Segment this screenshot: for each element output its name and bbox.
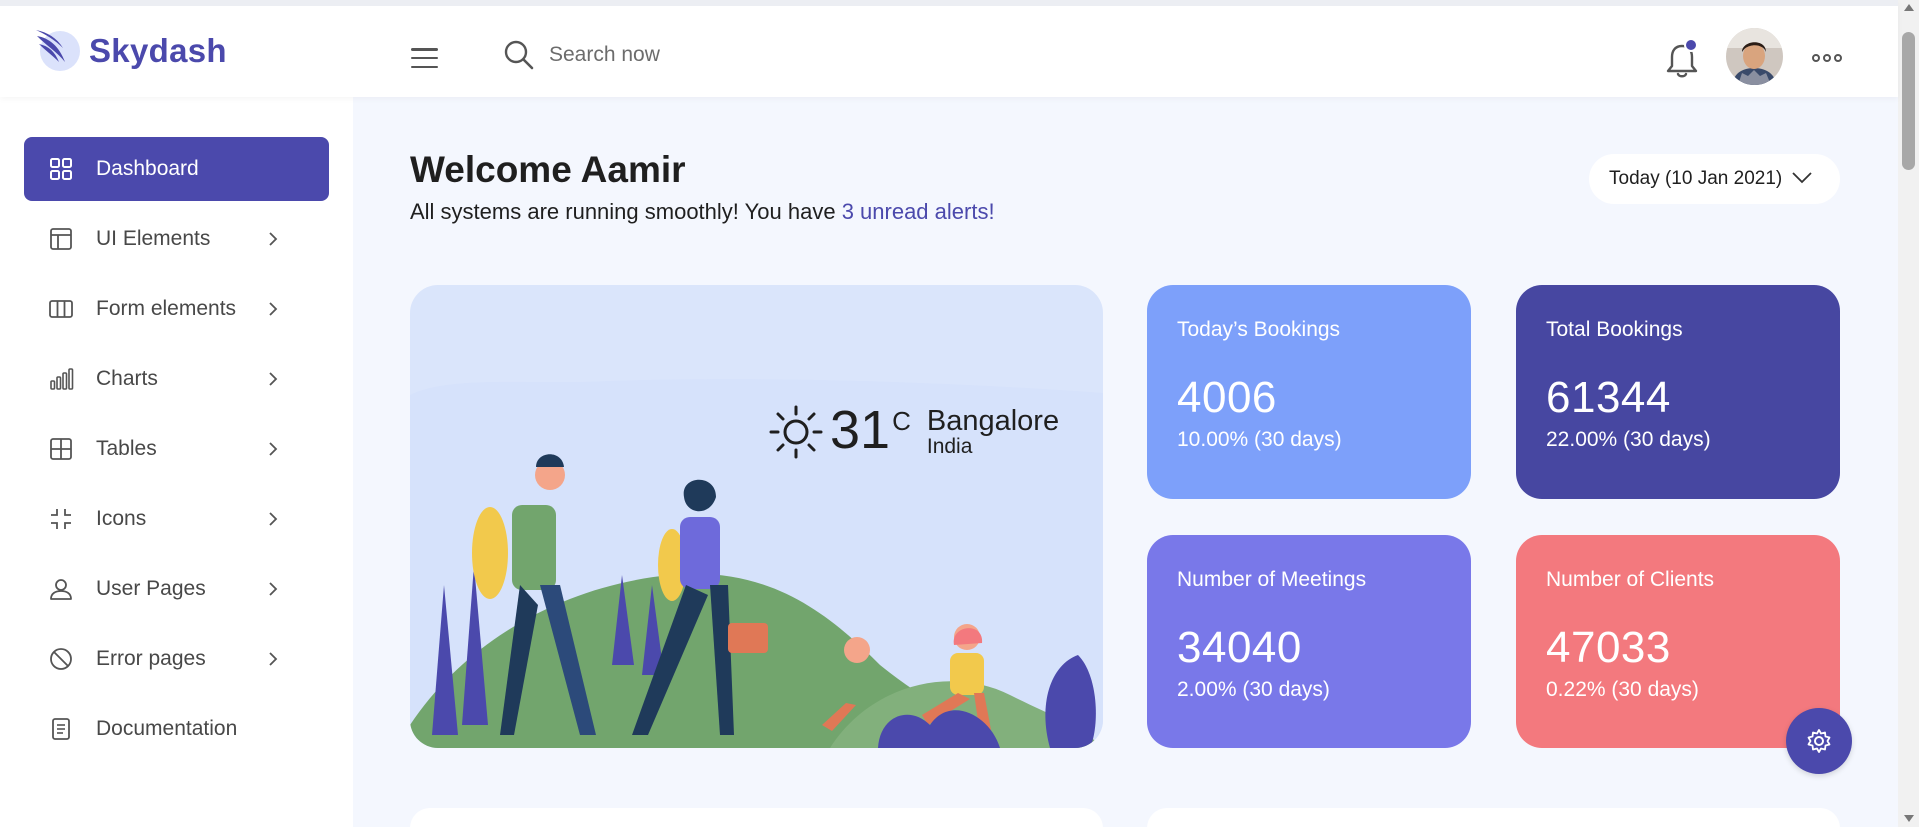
sidebar: Dashboard UI Elements Form elements Char… bbox=[0, 97, 353, 827]
brand[interactable]: Skydash bbox=[33, 26, 227, 76]
notification-badge bbox=[1684, 38, 1698, 52]
date-filter-button[interactable]: Today (10 Jan 2021) bbox=[1589, 154, 1840, 204]
sidebar-item-ui-elements[interactable]: UI Elements bbox=[24, 207, 329, 271]
weather-card: 31 C Bangalore India bbox=[410, 285, 1103, 748]
sidebar-item-dashboard[interactable]: Dashboard bbox=[24, 137, 329, 201]
columns-icon bbox=[49, 300, 73, 318]
stat-title: Number of Clients bbox=[1546, 568, 1715, 591]
gear-icon bbox=[1807, 729, 1831, 753]
chevron-right-icon bbox=[269, 302, 278, 316]
stat-value: 4006 bbox=[1177, 373, 1277, 422]
sidebar-item-icons[interactable]: Icons bbox=[24, 487, 329, 551]
brand-logo-icon bbox=[36, 30, 80, 71]
sidebar-item-error-pages[interactable]: Error pages bbox=[24, 627, 329, 691]
weather-location: Bangalore India bbox=[927, 406, 1059, 458]
shrink-icon bbox=[51, 509, 71, 529]
stat-title: Today’s Bookings bbox=[1177, 318, 1341, 341]
sidebar-item-form-elements[interactable]: Form elements bbox=[24, 277, 329, 341]
sidebar-item-user-pages[interactable]: User Pages bbox=[24, 557, 329, 621]
layout-icon bbox=[50, 228, 72, 250]
stat-title: Number of Meetings bbox=[1177, 568, 1367, 591]
search-icon[interactable] bbox=[503, 39, 535, 71]
stat-change: 10.00% (30 days) bbox=[1177, 428, 1342, 451]
brand-name: Skydash bbox=[89, 32, 227, 69]
stat-title: Total Bookings bbox=[1546, 318, 1683, 341]
chevron-right-icon bbox=[269, 512, 278, 526]
chevron-right-icon bbox=[269, 652, 278, 666]
table-icon bbox=[50, 438, 72, 460]
sidebar-item-label: Error pages bbox=[96, 647, 206, 670]
sidebar-item-label: Form elements bbox=[96, 297, 237, 320]
unread-alerts-link[interactable]: 3 unread alerts! bbox=[842, 199, 995, 224]
scroll-up-arrow-icon[interactable] bbox=[1904, 4, 1914, 11]
chevron-down-icon bbox=[1792, 172, 1812, 184]
hamburger-menu-icon[interactable] bbox=[411, 48, 438, 68]
sidebar-item-label: User Pages bbox=[96, 577, 206, 600]
sidebar-item-documentation[interactable]: Documentation bbox=[24, 697, 329, 761]
content-card bbox=[410, 808, 1103, 827]
welcome-message: All systems are running smoothly! You ha… bbox=[410, 199, 995, 225]
temperature-value: 31 bbox=[830, 400, 891, 460]
chevron-right-icon bbox=[269, 372, 278, 386]
stat-value: 47033 bbox=[1546, 623, 1671, 672]
stat-change: 2.00% (30 days) bbox=[1177, 678, 1330, 701]
scroll-down-arrow-icon[interactable] bbox=[1904, 815, 1914, 822]
welcome-text: All systems are running smoothly! You ha… bbox=[410, 199, 842, 224]
hiking-illustration bbox=[410, 379, 1103, 748]
notification-button[interactable] bbox=[1665, 38, 1699, 80]
grid-icon bbox=[50, 158, 72, 180]
sidebar-item-tables[interactable]: Tables bbox=[24, 417, 329, 481]
user-icon bbox=[50, 579, 72, 600]
avatar[interactable] bbox=[1726, 28, 1783, 85]
stat-value: 34040 bbox=[1177, 623, 1302, 672]
sidebar-item-charts[interactable]: Charts bbox=[24, 347, 329, 411]
chevron-right-icon bbox=[269, 582, 278, 596]
sidebar-item-label: Dashboard bbox=[96, 157, 199, 180]
sidebar-item-label: Tables bbox=[96, 437, 157, 460]
stat-card-todays-bookings: Today’s Bookings 4006 10.00% (30 days) bbox=[1147, 285, 1471, 499]
content-card bbox=[1147, 808, 1840, 827]
sidebar-item-label: UI Elements bbox=[96, 227, 211, 250]
ban-icon bbox=[50, 648, 72, 670]
date-filter-label: Today (10 Jan 2021) bbox=[1609, 168, 1783, 189]
top-navbar: Skydash bbox=[0, 0, 1898, 97]
weather-widget: 31 C Bangalore India bbox=[768, 400, 1059, 460]
stat-change: 0.22% (30 days) bbox=[1546, 678, 1699, 701]
user-photo bbox=[1726, 28, 1783, 85]
weather-country: India bbox=[926, 435, 973, 458]
search-input[interactable] bbox=[549, 43, 909, 67]
stat-change: 22.00% (30 days) bbox=[1546, 428, 1711, 451]
weather-city: Bangalore bbox=[926, 405, 1060, 437]
temperature-unit: C bbox=[892, 406, 911, 436]
bar-chart-icon bbox=[50, 368, 74, 390]
stat-card-number-of-clients: Number of Clients 47033 0.22% (30 days) bbox=[1516, 535, 1840, 748]
sun-icon bbox=[769, 405, 823, 459]
document-icon bbox=[52, 718, 70, 740]
more-options-icon[interactable] bbox=[1812, 54, 1842, 62]
scrollbar-thumb[interactable] bbox=[1902, 32, 1915, 170]
sidebar-item-label: Documentation bbox=[96, 717, 238, 740]
chevron-right-icon bbox=[269, 442, 278, 456]
stat-value: 61344 bbox=[1546, 373, 1671, 422]
chevron-right-icon bbox=[269, 232, 278, 246]
sidebar-item-label: Charts bbox=[96, 367, 158, 390]
settings-button[interactable] bbox=[1786, 708, 1852, 774]
page-scrollbar[interactable] bbox=[1898, 0, 1919, 827]
search-bar bbox=[503, 39, 909, 71]
page-title: Welcome Aamir bbox=[410, 149, 686, 190]
stat-card-total-bookings: Total Bookings 61344 22.00% (30 days) bbox=[1516, 285, 1840, 499]
sidebar-item-label: Icons bbox=[96, 507, 147, 530]
stat-card-number-of-meetings: Number of Meetings 34040 2.00% (30 days) bbox=[1147, 535, 1471, 748]
